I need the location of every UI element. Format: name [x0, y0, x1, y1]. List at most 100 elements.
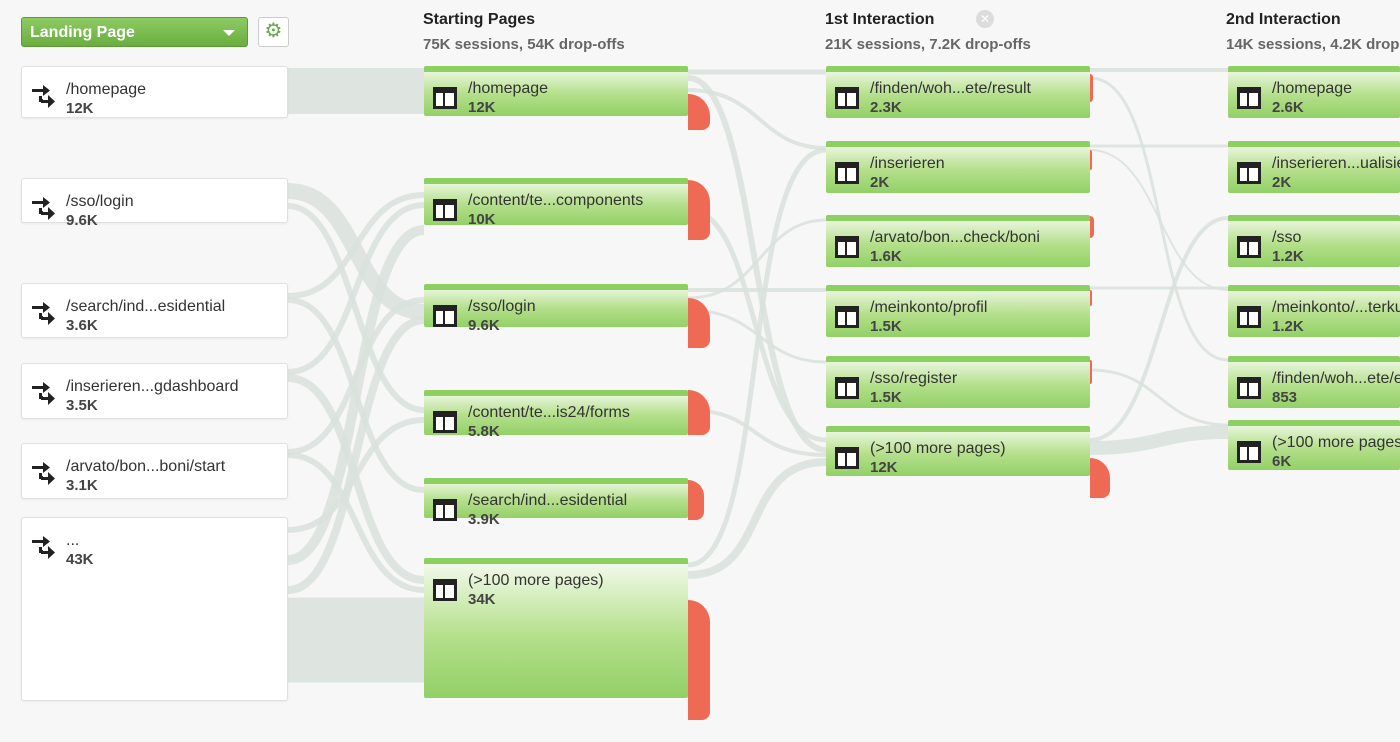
source-node[interactable]: /arvato/bon...boni/start 3.1K — [21, 443, 288, 499]
caret-down-icon — [223, 30, 235, 36]
landing-arrows-icon — [30, 195, 58, 223]
page-node[interactable]: /meinkonto/profil 1.5K — [826, 285, 1090, 337]
page-node[interactable]: /sso 1.2K — [1228, 215, 1400, 267]
node-label: /meinkonto/...terkunft — [1272, 299, 1400, 316]
node-value: 2.6K — [1272, 99, 1304, 116]
node-value: 12K — [468, 99, 496, 116]
page-layout-icon — [834, 161, 860, 185]
node-header-bar — [424, 178, 688, 184]
settings-button[interactable]: ⚙ — [258, 17, 289, 47]
node-label: /inserieren...ualisieren — [1272, 155, 1400, 172]
node-value: 2.3K — [870, 99, 902, 116]
dimension-dropdown[interactable]: Landing Page — [21, 17, 248, 47]
node-label: /homepage — [468, 80, 549, 97]
node-value: 9.6K — [66, 212, 98, 229]
source-node[interactable]: /homepage 12K — [21, 66, 288, 118]
flow-path — [1089, 216, 1229, 442]
source-node[interactable]: /sso/login 9.6K — [21, 178, 288, 229]
page-layout-icon — [1236, 161, 1262, 185]
source-node[interactable]: /search/ind...esidential 3.6K — [21, 283, 288, 338]
close-icon[interactable]: ✕ — [976, 10, 994, 28]
page-node[interactable]: (>100 more pages) 12K — [826, 426, 1090, 476]
page-node[interactable]: (>100 more pages) 6K — [1228, 420, 1400, 470]
page-node[interactable]: /sso/register 1.5K — [826, 356, 1090, 408]
page-layout-icon — [1236, 235, 1262, 259]
node-label: /finden/woh...ete/result — [870, 80, 1031, 97]
flow-path — [687, 458, 827, 579]
node-header-bar — [424, 558, 688, 564]
node-value: 12K — [66, 100, 94, 117]
page-node[interactable]: /finden/woh...ete/expose 853 — [1228, 356, 1400, 408]
dimension-dropdown-label: Landing Page — [30, 24, 135, 41]
node-header-bar — [826, 141, 1090, 147]
page-node[interactable]: /content/te...is24/forms 5.8K — [424, 390, 688, 440]
drop-off-indicator[interactable] — [1090, 216, 1094, 238]
node-label: /finden/woh...ete/expose — [1272, 370, 1400, 387]
flow-path — [1089, 149, 1229, 291]
node-label: /inserieren — [870, 155, 945, 172]
page-node[interactable]: /arvato/bon...check/boni 1.6K — [826, 215, 1090, 267]
page-node[interactable]: /homepage 2.6K — [1228, 66, 1400, 118]
drop-off-indicator[interactable] — [1090, 360, 1092, 384]
page-node[interactable]: /homepage 12K — [424, 66, 688, 116]
drop-off-indicator[interactable] — [1090, 290, 1092, 306]
drop-off-indicator[interactable] — [1090, 150, 1092, 170]
node-value: 1.5K — [870, 318, 902, 335]
page-node[interactable]: /inserieren 2K — [826, 141, 1090, 193]
page-node[interactable]: /inserieren...ualisieren 2K — [1228, 141, 1400, 193]
page-layout-icon — [432, 198, 458, 222]
drop-off-indicator[interactable] — [688, 600, 710, 720]
node-value: 1.2K — [1272, 318, 1304, 335]
node-label: (>100 more pages) — [870, 440, 1006, 457]
node-header-bar — [826, 66, 1090, 72]
node-value: 1.2K — [1272, 248, 1304, 265]
node-header-bar — [424, 284, 688, 290]
column-subtitle: 75K sessions, 54K drop-offs — [423, 36, 625, 53]
landing-arrows-icon — [30, 83, 58, 111]
page-layout-icon — [834, 376, 860, 400]
node-value: 5.8K — [468, 423, 500, 440]
drop-off-indicator[interactable] — [1090, 74, 1093, 102]
node-value: 34K — [468, 591, 496, 608]
node-header-bar — [1228, 141, 1400, 147]
node-header-bar — [424, 478, 688, 484]
node-header-bar — [826, 356, 1090, 362]
source-node[interactable]: /inserieren...gdashboard 3.5K — [21, 363, 288, 419]
gear-icon: ⚙ — [264, 20, 283, 42]
column-title: Starting Pages — [423, 11, 536, 28]
page-layout-icon — [432, 304, 458, 328]
page-node[interactable]: (>100 more pages) 34K — [424, 558, 688, 698]
node-label: /homepage — [1272, 80, 1353, 97]
landing-arrows-icon — [30, 460, 58, 488]
page-layout-icon — [834, 305, 860, 329]
node-label: /sso/login — [468, 298, 536, 315]
node-label: /sso — [1272, 229, 1302, 246]
node-label: /search/ind...esidential — [468, 492, 628, 509]
node-value: 43K — [66, 551, 94, 568]
page-layout-icon — [1236, 440, 1262, 464]
flow-path — [687, 75, 827, 453]
column-header-1st-interaction: 1st Interaction 21K sessions, 7.2K drop-… — [825, 11, 1031, 54]
page-node[interactable]: /finden/woh...ete/result 2.3K — [826, 66, 1090, 118]
page-node[interactable]: /content/te...components 10K — [424, 178, 688, 228]
source-node[interactable]: ... 43K — [21, 517, 288, 701]
page-layout-icon — [432, 410, 458, 434]
column-subtitle: 21K sessions, 7.2K drop-offs — [825, 36, 1031, 53]
column-title: 2nd Interaction — [1226, 11, 1341, 28]
page-node[interactable]: /sso/login 9.6K — [424, 284, 688, 334]
page-layout-icon — [432, 498, 458, 522]
node-label: /arvato/bon...boni/start — [66, 458, 226, 475]
node-header-bar — [1228, 356, 1400, 362]
page-node[interactable]: /search/ind...esidential 3.9K — [424, 478, 688, 528]
node-label: /arvato/bon...check/boni — [870, 229, 1040, 246]
page-layout-icon — [834, 235, 860, 259]
node-label: ... — [66, 532, 80, 549]
node-header-bar — [1228, 285, 1400, 291]
page-node[interactable]: /meinkonto/...terkunft 1.2K — [1228, 285, 1400, 337]
flow-path — [287, 202, 425, 375]
node-header-bar — [1228, 215, 1400, 221]
flow-path — [1089, 368, 1229, 427]
page-layout-icon — [834, 86, 860, 110]
node-value: 9.6K — [468, 317, 500, 334]
node-value: 3.6K — [66, 317, 98, 334]
